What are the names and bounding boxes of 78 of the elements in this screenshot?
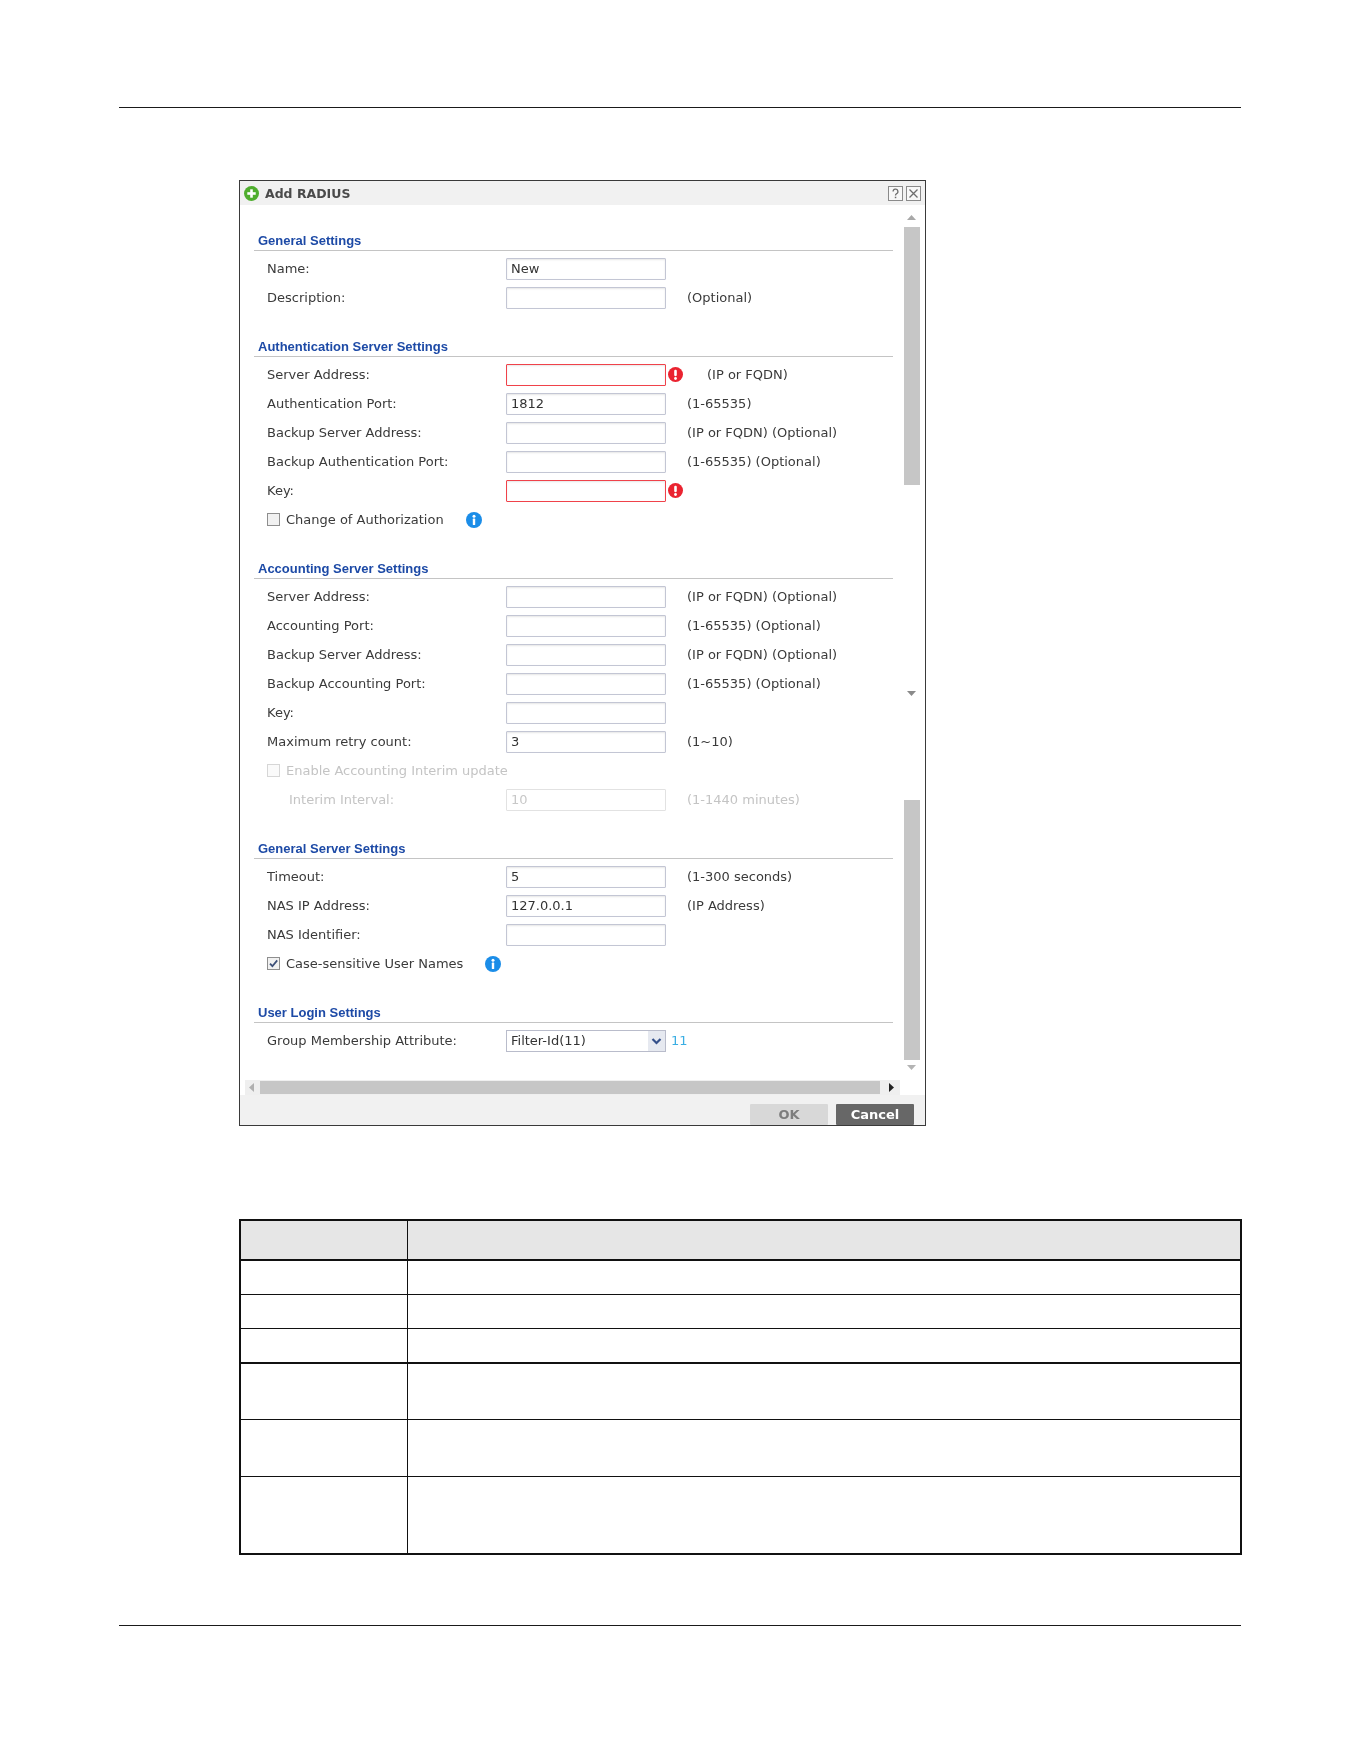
input-field[interactable] [506,421,666,444]
dialog-title: Add RADIUS [265,185,351,201]
input-field[interactable] [506,585,666,608]
checkbox-label: Case-sensitive User Names [286,956,464,971]
field-label: Maximum retry count: [267,734,412,749]
horizontal-scrollbar[interactable] [245,1080,900,1095]
input-field[interactable] [506,643,666,666]
field-hint: (1-300 seconds) [687,869,793,884]
input-field[interactable]: 1812 [506,392,666,415]
input-field[interactable] [506,363,666,386]
field-label: Name: [267,261,310,276]
input-field[interactable] [506,614,666,637]
field-hint: (IP or FQDN) (Optional) [687,647,838,662]
field-label: Timeout: [267,869,325,884]
close-icon[interactable] [906,185,921,201]
input-field[interactable]: New [506,257,666,280]
input-field[interactable] [506,286,666,309]
checkbox[interactable] [267,513,280,526]
help-icon[interactable] [888,185,903,201]
chevron-down-icon[interactable] [648,1030,665,1051]
section-heading: Authentication Server Settings [258,339,448,354]
field-label: Server Address: [267,589,370,604]
field-hint: (1-65535) (Optional) [687,454,821,469]
field-hint: (1-65535) (Optional) [687,618,821,633]
input-field[interactable] [506,450,666,473]
field-label: Backup Server Address: [267,647,422,662]
field-hint: (1-1440 minutes) [687,792,800,807]
field-hint: (1-65535) (Optional) [687,676,821,691]
input-field[interactable]: 127.0.0.1 [506,894,666,917]
field-hint: (Optional) [687,290,753,305]
checkbox[interactable] [267,957,280,970]
field-label: Authentication Port: [267,396,397,411]
field-label: NAS Identifier: [267,927,361,942]
field-label: Server Address: [267,367,370,382]
checkbox-label: Enable Accounting Interim update [286,763,508,778]
field-label: NAS IP Address: [267,898,370,913]
section-heading: Accounting Server Settings [258,561,429,576]
section-heading: User Login Settings [258,1005,381,1020]
section-heading: General Server Settings [258,841,406,856]
scroll-down-arrow-icon[interactable] [907,1065,916,1070]
input-field[interactable] [506,672,666,695]
input-field[interactable] [506,479,666,502]
scrollbar-thumb[interactable] [260,1081,880,1094]
checkbox-label: Change of Authorization [286,512,444,527]
dropdown[interactable]: Filter-Id(11) [506,1029,666,1052]
alert-icon [668,483,683,498]
field-label: Accounting Port: [267,618,374,633]
input-field[interactable] [506,701,666,724]
scroll-left-arrow-icon[interactable] [249,1083,254,1092]
field-label: Backup Authentication Port: [267,454,449,469]
field-label: Key: [267,483,294,498]
scrollbar-thumb[interactable] [904,227,920,485]
field-label: Backup Accounting Port: [267,676,426,691]
scrollbar-thumb[interactable] [904,800,920,1060]
input-field[interactable]: 5 [506,865,666,888]
field-hint: (1-65535) [687,396,752,411]
field-hint: (1~10) [687,734,733,749]
field-label: Interim Interval: [289,792,395,807]
alert-icon [668,367,683,382]
add-circle-icon [244,185,259,201]
field-hint: (IP or FQDN) (Optional) [687,589,838,604]
field-hint: (IP or FQDN) (Optional) [687,425,838,440]
scroll-right-arrow-icon[interactable] [889,1083,894,1092]
field-label: Key: [267,705,294,720]
input-field[interactable] [506,923,666,946]
info-icon[interactable] [465,511,482,528]
field-label: Group Membership Attribute: [267,1033,457,1048]
field-label: Description: [267,290,346,305]
field-hint: (IP or FQDN) [707,367,788,382]
info-icon[interactable] [485,955,502,972]
field-label: Backup Server Address: [267,425,422,440]
scroll-down-arrow-icon[interactable] [907,691,916,696]
input-field[interactable]: 3 [506,730,666,753]
section-heading: General Settings [258,233,362,248]
scroll-up-arrow-icon[interactable] [907,215,916,220]
attribute-number: 11 [671,1033,688,1048]
cancel-button[interactable]: Cancel [836,1104,914,1125]
field-hint: (IP Address) [687,898,765,913]
